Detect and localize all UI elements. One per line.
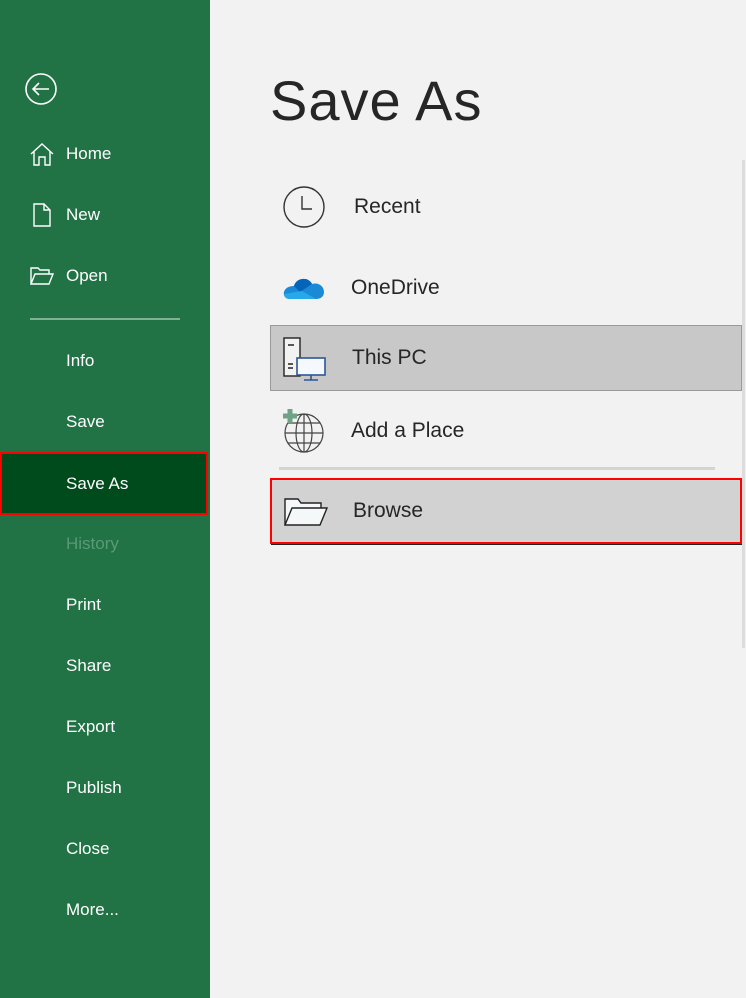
page-title: Save As — [270, 69, 483, 132]
nav-label: History — [66, 533, 119, 553]
onedrive-cloud-icon — [280, 264, 328, 312]
nav-open[interactable]: Open — [0, 245, 210, 306]
new-document-icon — [28, 201, 56, 229]
nav-history: History — [0, 513, 210, 574]
browse-folder-icon — [282, 487, 330, 535]
location-add-a-place[interactable]: Add a Place — [270, 398, 742, 464]
locations-divider — [279, 467, 715, 470]
nav-label: Close — [66, 838, 110, 858]
nav-save-as[interactable]: Save As — [0, 452, 208, 515]
location-onedrive[interactable]: OneDrive — [270, 255, 742, 321]
nav-info[interactable]: Info — [0, 330, 210, 391]
scrollbar[interactable] — [742, 160, 745, 648]
open-folder-icon — [28, 262, 56, 290]
nav-label: More... — [66, 899, 119, 919]
this-pc-icon — [281, 334, 329, 382]
save-as-pane: Save As Recent OneDrive This PC Add a Pl… — [210, 0, 746, 998]
location-label: Add a Place — [351, 419, 465, 442]
home-icon — [28, 140, 56, 168]
nav-close[interactable]: Close — [0, 818, 210, 879]
nav-label: Export — [66, 716, 116, 736]
nav-share[interactable]: Share — [0, 635, 210, 696]
nav-label: Open — [66, 265, 108, 285]
back-button[interactable] — [24, 72, 58, 106]
location-label: Recent — [354, 195, 421, 218]
nav-home[interactable]: Home — [0, 123, 210, 184]
nav-publish[interactable]: Publish — [0, 757, 210, 818]
location-label: OneDrive — [351, 276, 440, 299]
location-recent[interactable]: Recent — [270, 174, 742, 240]
nav-new[interactable]: New — [0, 184, 210, 245]
location-label: This PC — [352, 346, 427, 369]
backstage-sidebar: Home New Open Info Save Save As History … — [0, 0, 210, 998]
nav-print[interactable]: Print — [0, 574, 210, 635]
nav-label: Share — [66, 655, 112, 675]
nav-more[interactable]: More... — [0, 879, 210, 940]
back-arrow-icon — [25, 73, 57, 105]
nav-label: Print — [66, 594, 101, 614]
nav-label: Info — [66, 350, 95, 370]
nav-label: Publish — [66, 777, 122, 797]
clock-icon — [280, 183, 328, 231]
location-label: Browse — [353, 499, 424, 522]
nav-export[interactable]: Export — [0, 696, 210, 757]
location-this-pc[interactable]: This PC — [270, 325, 742, 391]
nav-label: Save As — [66, 473, 129, 493]
nav-label: New — [66, 204, 101, 224]
nav-label: Home — [66, 143, 112, 163]
nav-label: Save — [66, 411, 105, 431]
nav-save[interactable]: Save — [0, 391, 210, 452]
add-place-globe-icon — [280, 407, 328, 455]
location-browse[interactable]: Browse — [270, 478, 742, 544]
sidebar-divider — [30, 318, 180, 320]
